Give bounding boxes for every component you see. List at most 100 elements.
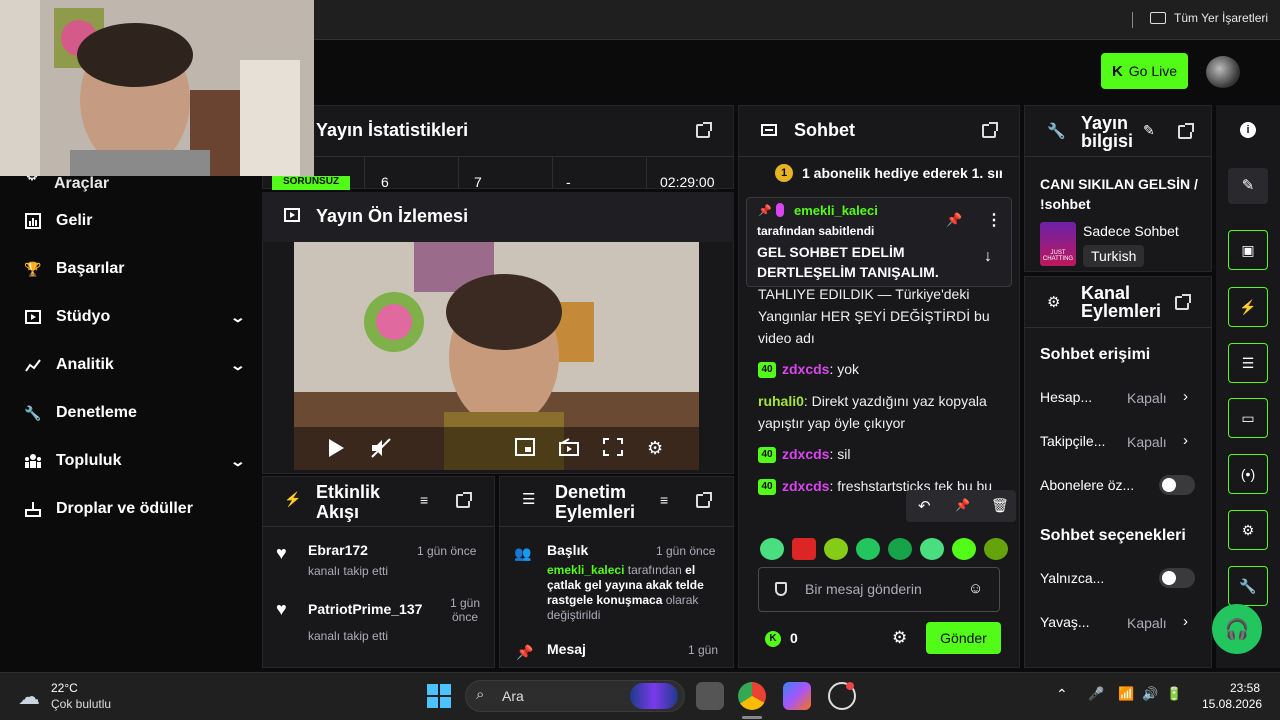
emote-icon[interactable] [952,538,976,560]
info-icon[interactable]: i [1240,122,1256,138]
clock-time[interactable]: 23:58 [1230,681,1260,695]
chevron-down-icon[interactable]: ⌄ [230,309,246,326]
popout-icon[interactable] [696,122,712,138]
sidebar-item-topluluk[interactable]: Topluluk ⌄ [24,446,246,476]
setting-value[interactable]: Kapalı [1127,615,1167,631]
list-icon: ☰ [522,491,536,508]
chat-username[interactable]: zdxcds [782,446,829,462]
emote-icon[interactable] [760,538,784,560]
broadcast-icon[interactable]: (•) [1228,454,1268,494]
sidebar-item-gelir[interactable]: Gelir [24,206,244,236]
gift-banner[interactable]: 1 abonelik hediye ederek 1. sır [802,165,1002,181]
edit-icon[interactable]: ✎ [1143,122,1155,139]
sidebar-item-studyo[interactable]: Stüdyo ⌄ [24,302,246,332]
more-options-icon[interactable]: ⋮ [986,210,1002,230]
chat-message[interactable]: 40 zdxcds: yok [758,358,998,380]
channel-actions-icon: ⚙ [1047,294,1061,311]
arrow-down-icon[interactable]: ↓ [984,248,992,266]
clock-date[interactable]: 15.08.2026 [1202,697,1262,711]
divider [738,156,1020,157]
chevron-right-icon[interactable]: › [1183,613,1188,630]
filter-icon[interactable]: ≡ [420,492,428,508]
avatar[interactable] [1206,56,1240,88]
popout-icon[interactable] [982,122,998,138]
settings-icon[interactable]: ⚙ [647,438,663,459]
channel-actions-icon[interactable]: ⚙ [1228,510,1268,550]
emote-icon[interactable] [888,538,912,560]
emote-icon[interactable] [920,538,944,560]
emoji-icon[interactable]: ☺ [968,580,983,597]
category-name[interactable]: Sadece Sohbet [1083,223,1179,239]
wifi-icon[interactable]: 📶 [1118,686,1134,702]
chat-message[interactable]: 40 zdxcds: sil [758,443,998,465]
chevron-up-icon[interactable]: ⌃ [1056,686,1068,703]
points-count[interactable]: 0 [790,630,798,646]
chat-message[interactable]: TAHLIYE EDILDIK — Türkiye'deki Yangınlar… [758,283,998,349]
only-mode-toggle[interactable] [1159,568,1195,588]
windows-start-icon[interactable] [427,684,451,708]
filter-icon[interactable]: ≡ [660,492,668,508]
panel-title: Yayın Ön İzlemesi [316,206,469,226]
undo-icon[interactable]: ↶ [918,497,931,515]
chat-username[interactable]: ruhali0 [758,393,804,409]
wrench-icon[interactable]: 🔧 [1228,566,1268,606]
studio-icon[interactable]: ▣ [1228,230,1268,270]
setting-value[interactable]: Kapalı [1127,434,1167,450]
chrome-icon[interactable] [738,682,766,710]
sidebar-item-analitik[interactable]: Analitik ⌄ [24,350,246,380]
support-chat-icon[interactable]: 🎧 [1212,604,1262,654]
battery-icon[interactable]: 🔋 [1166,686,1182,702]
emote-icon[interactable] [856,538,880,560]
volume-icon[interactable]: 🔊 [1142,686,1158,702]
clip-icon[interactable] [559,438,579,461]
trophy-icon: 🏆 [24,260,42,277]
list-icon[interactable]: ☰ [1228,343,1268,383]
unpin-icon[interactable]: 📌 [946,212,962,228]
weather-desc[interactable]: Çok bulutlu [51,697,111,711]
wrench-icon: 🔧 [1047,123,1066,140]
theater-mode-icon[interactable] [515,438,535,461]
video-player[interactable] [294,242,699,470]
edit-icon[interactable]: ✎ [1228,168,1268,204]
chat-username[interactable]: zdxcds [782,361,829,377]
sidebar-item-basarilar[interactable]: 🏆 Başarılar [24,254,244,284]
emote-icon[interactable] [792,538,816,560]
chevron-down-icon[interactable]: ⌄ [230,453,246,470]
all-bookmarks-button[interactable]: Tüm Yer İşaretleri [1150,11,1268,25]
weather-temp[interactable]: 22°C [51,681,78,695]
emote-icon[interactable] [984,538,1008,560]
category-thumbnail: JUST CHATTING [1040,222,1076,266]
chat-message[interactable]: ruhali0: Direkt yazdığını yaz kopyala ya… [758,390,998,434]
pin-icon[interactable]: 📌 [955,498,970,512]
popout-icon[interactable] [456,492,472,508]
emote-icon[interactable] [824,538,848,560]
setting-value[interactable]: Kapalı [1127,390,1167,406]
subscriber-only-toggle[interactable] [1159,475,1195,495]
mod-user[interactable]: emekli_kaleci [547,563,624,577]
mute-icon[interactable] [370,438,392,463]
chevron-right-icon[interactable]: › [1183,432,1188,449]
fullscreen-icon[interactable] [603,438,623,461]
copilot-icon[interactable] [783,682,811,710]
microphone-icon[interactable]: 🎤 [1088,686,1104,702]
settings-icon[interactable]: ⚙ [892,628,907,648]
chevron-down-icon[interactable]: ⌄ [230,357,246,374]
popout-icon[interactable] [696,492,712,508]
sidebar-item-droplar[interactable]: Droplar ve ödüller [24,494,244,524]
chat-username[interactable]: zdxcds [782,478,829,494]
activity-user: PatriotPrime_137 [308,601,423,617]
bolt-icon[interactable]: ⚡ [1228,287,1268,327]
chat-icon[interactable]: ▭ [1228,398,1268,438]
trash-icon[interactable]: 🗑 [991,497,1009,514]
sidebar-item-denetleme[interactable]: 🔧 Denetleme [24,398,244,428]
play-icon[interactable] [326,438,346,463]
chevron-right-icon[interactable]: › [1183,388,1188,405]
popout-icon[interactable] [1178,123,1194,139]
send-button[interactable]: Gönder [926,622,1001,654]
activity-time: 1 gün önce [449,596,481,624]
go-live-button[interactable]: K Go Live [1101,53,1188,89]
popout-icon[interactable] [1175,294,1191,310]
task-view-icon[interactable] [696,682,724,710]
language-tag: Turkish [1083,245,1145,267]
pinned-user[interactable]: emekli_kaleci [794,203,878,218]
